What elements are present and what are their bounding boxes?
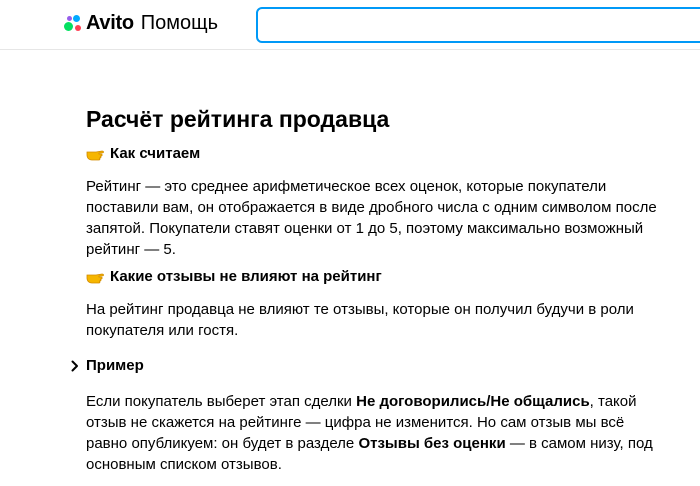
reviews-section-name: Отзывы без оценки [358,435,506,452]
avito-logo-icon [64,14,82,32]
search-field[interactable] [258,9,700,41]
section-heading-label: Какие отзывы не влияют на рейтинг [110,268,382,285]
top-header: Avito Помощь [0,0,700,50]
example-label: Пример [86,357,144,374]
stage-name: Не договорились/Не общались [356,393,590,410]
search-input[interactable] [256,7,700,43]
section-heading-excluded-reviews: Какие отзывы не влияют на рейтинг [86,267,382,287]
section-heading-how-we-count: Как считаем [86,144,200,164]
pointing-hand-icon [86,150,104,161]
help-section-name: Помощь [140,11,219,34]
example-toggle[interactable]: Пример [68,356,144,376]
brand-name: Avito [86,11,134,34]
section-heading-label: Как считаем [110,145,201,162]
section-text: На рейтинг продавца не влияют те отзывы,… [86,301,634,339]
example-text: Если покупатель выберет этап сделки Не д… [86,393,653,473]
pointing-hand-icon [86,273,104,284]
page-title: Расчёт рейтинга продавца [86,106,390,132]
chevron-right-icon [71,360,78,372]
avito-help-logo[interactable]: Avito Помощь [64,11,218,35]
section-text: Рейтинг — это среднее арифметическое все… [86,178,657,258]
